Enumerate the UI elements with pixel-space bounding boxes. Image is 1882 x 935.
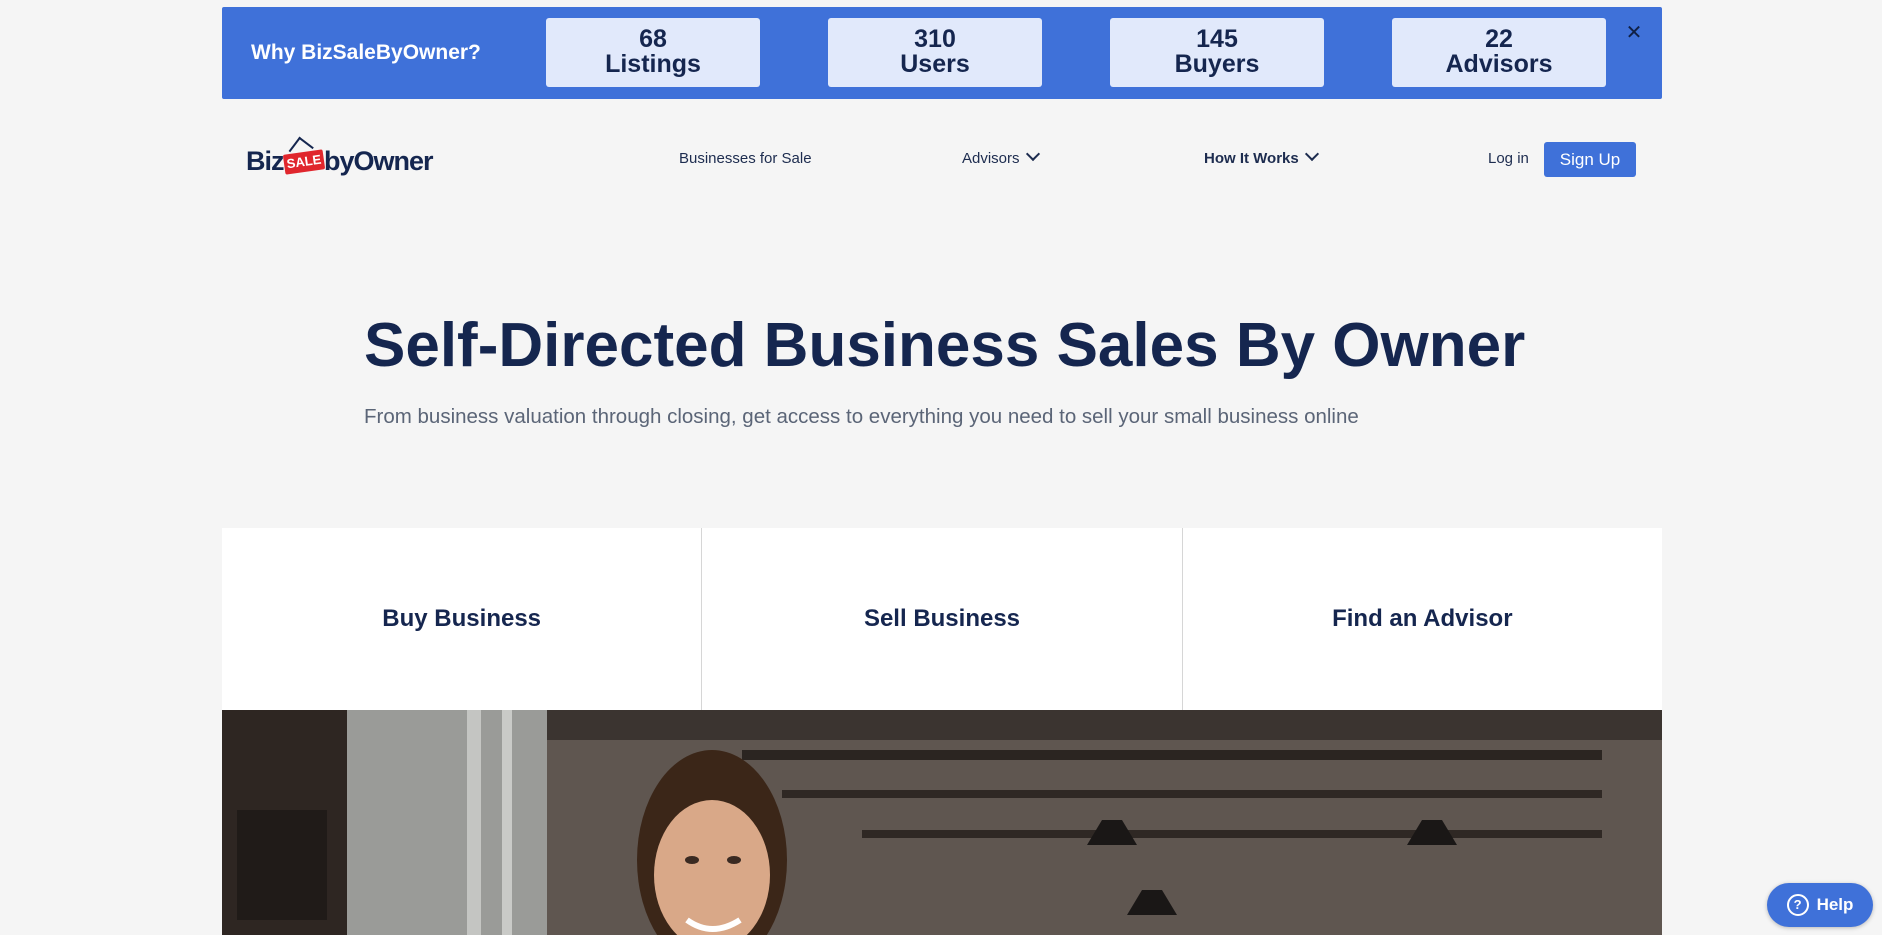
hero-subtitle: From business valuation through closing,… [364,405,1359,428]
logo-text-biz: Biz [246,146,284,176]
nav-advisors[interactable]: Advisors [962,146,1040,167]
signup-button[interactable]: Sign Up [1544,142,1636,177]
sell-business-card[interactable]: Sell Business [702,528,1183,710]
sale-tag-icon: SALE [282,149,326,175]
login-link[interactable]: Log in [1488,150,1529,167]
promo-title: Why BizSaleByOwner? [251,41,481,64]
stat-buyers: 145 Buyers [1110,18,1324,87]
chevron-down-icon [1025,146,1040,162]
action-cards: Buy Business Sell Business Find an Advis… [222,528,1662,710]
stat-advisors: 22 Advisors [1392,18,1606,87]
stat-listings: 68 Listings [546,18,760,87]
stat-label: Users [900,50,970,78]
hero-title: Self-Directed Business Sales By Owner [364,311,1526,380]
question-icon: ? [1786,894,1809,916]
stat-value: 145 [1196,25,1238,53]
stat-users: 310 Users [828,18,1042,87]
site-logo[interactable]: Biz SALE byOwner [246,138,446,182]
find-advisor-card[interactable]: Find an Advisor [1183,528,1662,710]
stat-value: 22 [1485,25,1513,53]
main-nav: Biz SALE byOwner Businesses for Sale Adv… [222,130,1662,190]
hero-photo [222,710,1662,935]
hero-photo-illustration [222,710,1662,935]
stat-label: Buyers [1174,50,1260,78]
help-button[interactable]: ? Help [1767,883,1873,927]
stat-value: 68 [639,25,667,53]
buy-business-card[interactable]: Buy Business [222,528,703,710]
nav-how-it-works-label: How It Works [1204,150,1299,167]
close-icon[interactable]: ✕ [1624,23,1644,43]
stat-label: Advisors [1445,50,1553,78]
nav-businesses-for-sale[interactable]: Businesses for Sale [679,150,812,167]
nav-advisors-label: Advisors [962,150,1020,167]
promo-banner: Why BizSaleByOwner? 68 Listings 310 User… [222,7,1662,99]
chevron-down-icon [1304,146,1319,162]
stat-label: Listings [605,50,701,78]
nav-how-it-works[interactable]: How It Works [1204,146,1319,167]
help-label: Help [1816,895,1854,914]
stat-value: 310 [914,25,956,53]
logo-text-byowner: byOwner [324,146,434,176]
